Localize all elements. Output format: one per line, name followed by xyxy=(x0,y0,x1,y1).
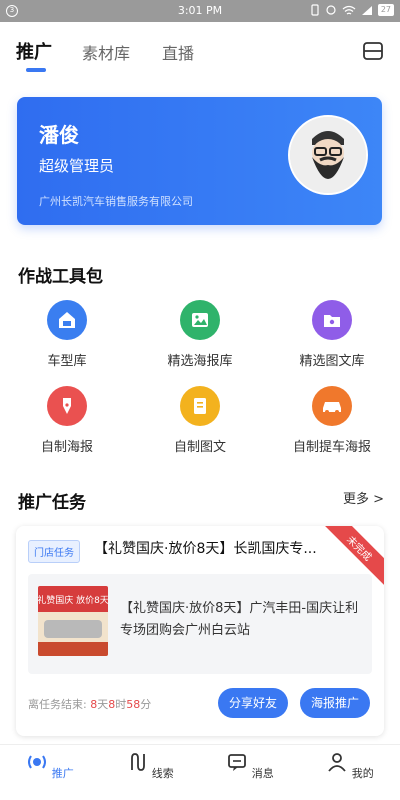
deadline-minutes-unit: 分 xyxy=(140,698,152,711)
top-tab-bar: 推广 素材库 直播 xyxy=(0,22,400,82)
deadline-minutes: 58 xyxy=(126,698,141,711)
tool-poster-library[interactable]: 精选海报库 xyxy=(135,300,265,369)
tool-custom-article[interactable]: 自制图文 xyxy=(135,386,265,455)
battery-icon: 27 xyxy=(377,4,394,16)
nav-label: 推广 xyxy=(51,767,74,780)
pen-nib-icon xyxy=(47,386,87,426)
status-icons: 27 xyxy=(310,4,394,16)
tool-label: 精选海报库 xyxy=(167,354,233,369)
nav-label: 消息 xyxy=(251,767,274,780)
image-icon xyxy=(180,300,220,340)
bottom-nav: 推广 线索 消息 我的 xyxy=(0,744,400,800)
nav-label: 线索 xyxy=(151,767,174,780)
task-thumbnail: 礼赞国庆 放价8天 xyxy=(38,586,108,656)
document-icon xyxy=(180,386,220,426)
wifi-icon xyxy=(342,5,356,15)
tool-custom-delivery-poster[interactable]: 自制提车海报 xyxy=(267,386,397,455)
active-tab-indicator xyxy=(26,68,46,72)
tool-label: 精选图文库 xyxy=(299,354,365,369)
nav-messages[interactable]: 消息 xyxy=(220,751,280,781)
tool-label: 自制提车海报 xyxy=(292,440,371,455)
company-name: 广州长凯汽车销售服务有限公司 xyxy=(39,195,193,208)
vibrate-icon xyxy=(311,4,319,16)
task-content-preview[interactable]: 礼赞国庆 放价8天 【礼赞国庆·放价8天】广汽丰田-国庆让利专场团购会广州白云站 xyxy=(28,574,372,674)
car-icon xyxy=(312,386,352,426)
nav-promote[interactable]: 推广 xyxy=(20,751,80,781)
tab-live[interactable]: 直播 xyxy=(162,40,194,64)
toolkit-title: 作战工具包 xyxy=(18,267,103,287)
deadline-days-unit: 天 xyxy=(97,698,109,711)
leads-icon xyxy=(131,753,146,771)
alarm-icon xyxy=(326,5,336,15)
tool-label: 车型库 xyxy=(47,354,87,369)
signal-icon xyxy=(361,5,372,15)
task-description: 【礼赞国庆·放价8天】广汽丰田-国庆让利专场团购会广州白云站 xyxy=(120,601,359,638)
more-tasks-link[interactable]: 更多 > xyxy=(343,488,384,507)
avatar[interactable] xyxy=(288,115,368,195)
tool-label: 自制图文 xyxy=(173,440,226,455)
user-name: 潘俊 xyxy=(39,123,79,147)
car-garage-icon xyxy=(47,300,87,340)
task-title: 【礼赞国庆·放价8天】长凯国庆专... xyxy=(94,541,317,557)
tool-label: 自制海报 xyxy=(40,440,93,455)
task-type-badge: 门店任务 xyxy=(28,540,80,563)
thumbnail-text: 礼赞国庆 放价8天 xyxy=(38,594,108,606)
deadline-hours-unit: 时 xyxy=(115,698,127,711)
nav-leads[interactable]: 线索 xyxy=(120,751,180,781)
status-bar: 3 3:01 PM 27 xyxy=(0,0,400,22)
folder-icon xyxy=(312,300,352,340)
bearded-man-avatar-icon xyxy=(290,117,366,193)
profile-card[interactable]: 潘俊 超级管理员 广州长凯汽车销售服务有限公司 xyxy=(17,97,382,225)
poster-promote-button[interactable]: 海报推广 xyxy=(300,688,371,718)
tab-promote[interactable]: 推广 xyxy=(16,38,52,64)
tasks-title: 推广任务 xyxy=(18,493,86,513)
task-deadline: 离任务结束: 8天8时58分 xyxy=(28,696,151,712)
share-friends-button[interactable]: 分享好友 xyxy=(218,688,289,718)
nav-profile[interactable]: 我的 xyxy=(320,751,380,781)
tool-custom-poster[interactable]: 自制海报 xyxy=(2,386,132,455)
nav-label: 我的 xyxy=(351,767,374,780)
scan-icon[interactable] xyxy=(362,40,384,62)
task-card[interactable]: 门店任务 【礼赞国庆·放价8天】长凯国庆专... 未完成 礼赞国庆 放价8天 【… xyxy=(16,526,384,736)
tool-article-library[interactable]: 精选图文库 xyxy=(267,300,397,369)
promote-icon xyxy=(28,755,47,769)
tab-material-library[interactable]: 素材库 xyxy=(82,40,130,64)
user-role: 超级管理员 xyxy=(39,157,115,175)
profile-icon xyxy=(328,753,346,772)
deadline-prefix: 离任务结束: xyxy=(28,698,87,711)
message-icon xyxy=(228,754,247,771)
tool-car-model-library[interactable]: 车型库 xyxy=(2,300,132,369)
